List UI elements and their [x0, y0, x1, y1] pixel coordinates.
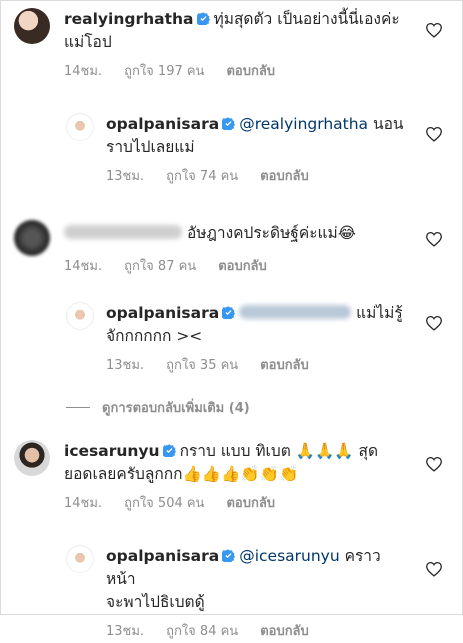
heart-icon[interactable] — [425, 231, 443, 247]
comment-likes[interactable]: ถูกใจ 504 คน — [124, 496, 204, 511]
divider-line — [66, 407, 90, 408]
comment-text: นอน — [368, 115, 404, 133]
avatar[interactable] — [14, 220, 50, 256]
comment-likes[interactable]: ถูกใจ 197 คน — [124, 64, 204, 79]
comment-time: 14ชม. — [64, 259, 103, 274]
comment-time: 13ชม. — [106, 169, 145, 184]
reply-button[interactable]: ตอบกลับ — [260, 169, 309, 184]
avatar[interactable] — [66, 302, 94, 330]
comment-text-line2: ยอดเลยครับลูกกก👍👍👍👏👏👏 — [64, 465, 299, 483]
mention-link[interactable]: @icesarunyu — [239, 547, 339, 565]
blurred-mention[interactable] — [239, 305, 352, 319]
reply-button[interactable]: ตอบกลับ — [226, 496, 275, 511]
comment-likes[interactable]: ถูกใจ 74 คน — [166, 169, 238, 184]
comment: icesarunyu กราบ แบบ ทิเบต 🙏🙏🙏 สุด ยอดเลยค… — [14, 440, 409, 515]
comment: realyingrhatha ทุ่มสุดตัว เป็นอย่างนี้นี่… — [14, 8, 404, 83]
comment-likes[interactable]: ถูกใจ 87 คน — [124, 259, 196, 274]
verified-badge-icon — [222, 117, 236, 130]
comment: อัษฎางคประดิษฐ์ค่ะแม่😂 14ชม. ถูกใจ 87 คน ต… — [14, 220, 404, 278]
verified-badge-icon — [222, 306, 236, 319]
avatar[interactable] — [66, 545, 94, 573]
comment-text-line2: แม่โอป — [64, 33, 112, 51]
comment-username[interactable]: realyingrhatha — [64, 10, 194, 28]
reply-button[interactable]: ตอบกลับ — [226, 64, 275, 79]
avatar[interactable] — [14, 440, 50, 476]
heart-icon[interactable] — [425, 22, 443, 38]
comment-username[interactable]: icesarunyu — [64, 442, 160, 460]
comment-likes[interactable]: ถูกใจ 84 คน — [166, 624, 238, 639]
comment-text-line2: จะพาไปธิเบตดู้ — [106, 593, 205, 611]
reply-comment: opalpanisara แม่ไม่รู้ จักกกกกก >< 13ชม.… — [66, 302, 406, 377]
comment-likes[interactable]: ถูกใจ 35 คน — [166, 358, 238, 373]
reply-button[interactable]: ตอบกลับ — [260, 624, 309, 639]
heart-icon[interactable] — [425, 561, 443, 577]
comment-time: 14ชม. — [64, 496, 103, 511]
comment-username[interactable]: opalpanisara — [106, 547, 219, 565]
blurred-username[interactable] — [64, 225, 182, 239]
comment-username[interactable]: opalpanisara — [106, 304, 219, 322]
comment-text: แม่ไม่รู้ — [351, 304, 403, 322]
view-more-replies[interactable]: ดูการตอบกลับเพิ่มเติม (4) — [66, 397, 250, 418]
reply-button[interactable]: ตอบกลับ — [218, 259, 267, 274]
avatar[interactable] — [14, 8, 50, 44]
reply-comment: opalpanisara @realyingrhatha นอน ราบไปเลย… — [66, 113, 406, 188]
comment-time: 13ชม. — [106, 358, 145, 373]
comment-username[interactable]: opalpanisara — [106, 115, 219, 133]
verified-badge-icon — [196, 12, 210, 25]
verified-badge-icon — [222, 549, 236, 562]
mention-link[interactable]: @realyingrhatha — [239, 115, 368, 133]
comment-time: 14ชม. — [64, 64, 103, 79]
heart-icon[interactable] — [425, 456, 443, 472]
comment-text: ทุ่มสุดตัว เป็นอย่างนี้นี่เองค่ะ — [213, 10, 400, 28]
comment-text: กราบ แบบ ทิเบต 🙏🙏🙏 สุด — [179, 442, 379, 460]
comment-text-line2: จักกกกกก >< — [106, 327, 203, 345]
avatar[interactable] — [66, 113, 94, 141]
comment-text-line2: ราบไปเลยแม่ — [106, 138, 195, 156]
view-more-replies-label: ดูการตอบกลับเพิ่มเติม (4) — [102, 401, 250, 416]
reply-button[interactable]: ตอบกลับ — [260, 358, 309, 373]
comment-text: อัษฎางคประดิษฐ์ค่ะแม่😂 — [186, 224, 356, 242]
verified-badge-icon — [162, 444, 176, 457]
heart-icon[interactable] — [425, 126, 443, 142]
heart-icon[interactable] — [425, 315, 443, 331]
comment-time: 13ชม. — [106, 624, 145, 639]
reply-comment: opalpanisara @icesarunyu คราวหน้า จะพาไปธ… — [66, 545, 406, 643]
